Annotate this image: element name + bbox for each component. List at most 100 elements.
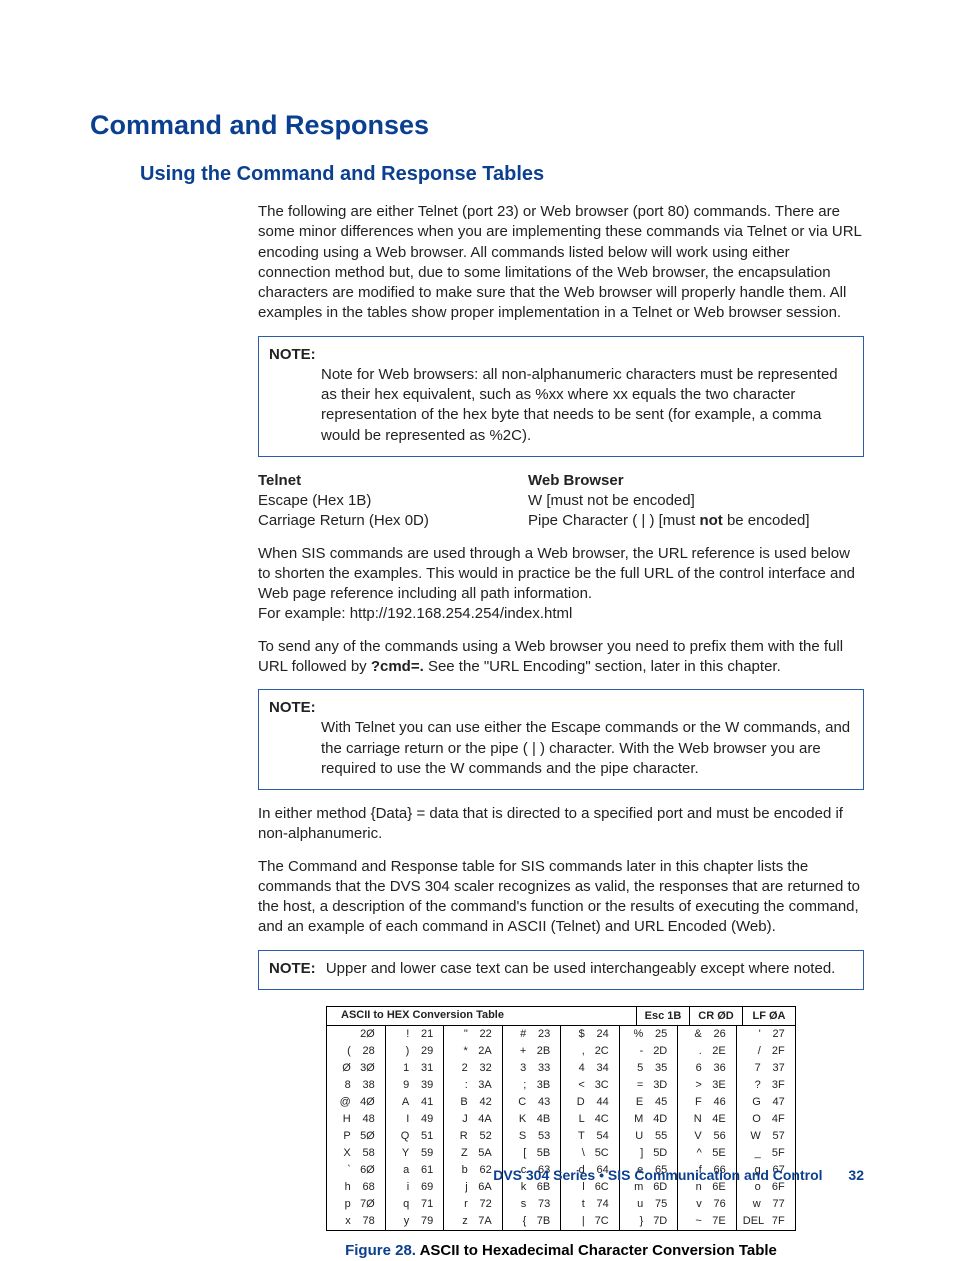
ascii-char: C [508,1095,526,1110]
ascii-hex: 51 [413,1129,437,1144]
ascii-cell: {7B [503,1213,562,1230]
ascii-hex: 7B [530,1214,554,1229]
ascii-cell: ~7E [678,1213,737,1230]
ascii-cell: R52 [444,1128,503,1145]
cmd-prefix-c: See the "URL Encoding" section, later in… [424,658,781,675]
ascii-char: V [684,1129,702,1144]
ascii-hex: 26 [706,1027,730,1042]
ascii-char: s [508,1197,526,1212]
ascii-cell: P5Ø [327,1128,386,1145]
note-box-3: NOTE: Upper and lower case text can be u… [258,950,864,990]
ascii-hex: 5A [472,1146,496,1161]
ascii-hex: 7A [472,1214,496,1229]
ascii-cell: 8 38 [327,1077,386,1094]
ascii-char: y [391,1214,409,1229]
ascii-table-title: ASCII to HEX Conversion Table [327,1008,636,1023]
web-line-2a: Pipe Character ( | ) [must [528,512,699,529]
ascii-char: @ [333,1095,351,1110]
ascii-hex: 21 [413,1027,437,1042]
ascii-hex: 3E [706,1078,730,1093]
ascii-cell: X58 [327,1145,386,1162]
ascii-char: Y [391,1146,409,1161]
ascii-special-cell: LF ØA [742,1007,795,1025]
ascii-char: X [333,1146,351,1161]
ascii-char: ( [333,1044,351,1059]
ascii-cell: 333 [503,1060,562,1077]
ascii-hex: 24 [589,1027,613,1042]
telnet-web-columns: Telnet Escape (Hex 1B) Carriage Return (… [258,471,864,532]
web-line-2: Pipe Character ( | ) [must not be encode… [528,511,888,531]
ascii-hex: 72 [472,1197,496,1212]
ascii-hex: 2D [647,1044,671,1059]
ascii-cell: 2Ø [327,1026,386,1043]
ascii-cell: (28 [327,1043,386,1060]
figure-text: ASCII to Hexadecimal Character Conversio… [416,1242,777,1259]
ascii-char: { [508,1214,526,1229]
ascii-hex: 57 [765,1129,789,1144]
intro-paragraph: The following are either Telnet (port 23… [258,202,864,324]
telnet-heading: Telnet [258,471,498,491]
ascii-char: U [625,1129,643,1144]
note-2-prefix: NOTE: [269,699,316,716]
ascii-hex: 35 [647,1061,671,1076]
heading-2: Using the Command and Response Tables [140,163,864,186]
ascii-cell: L4C [561,1111,620,1128]
ascii-char: M [625,1112,643,1127]
ascii-hex: 5Ø [355,1129,379,1144]
ascii-hex: 53 [530,1129,554,1144]
ascii-hex: 48 [355,1112,379,1127]
ascii-hex: 6Ø [355,1163,379,1178]
figure-caption: Figure 28. ASCII to Hexadecimal Characte… [258,1241,864,1261]
footer-page-number: 32 [848,1167,864,1183]
ascii-cell: u75 [620,1196,679,1213]
ascii-cell: :3A [444,1077,503,1094]
ascii-cell: h68 [327,1179,386,1196]
ascii-hex: 38 [355,1078,379,1093]
url-example-line: For example: http://192.168.254.254/inde… [258,604,864,624]
ascii-char: } [625,1214,643,1229]
ascii-char: 8 [333,1078,351,1093]
ascii-char: DEL [743,1214,761,1229]
ascii-char: a [391,1163,409,1178]
ascii-cell: Z5A [444,1145,503,1162]
ascii-hex: 34 [589,1061,613,1076]
ascii-hex: 39 [413,1078,437,1093]
ascii-char: 3 [508,1061,526,1076]
ascii-char: Ø [333,1061,351,1076]
ascii-char: 7 [743,1061,761,1076]
ascii-cell: E45 [620,1094,679,1111]
ascii-hex: 59 [413,1146,437,1161]
ascii-cell: [5B [503,1145,562,1162]
ascii-hex: 74 [589,1197,613,1212]
ascii-char: > [684,1078,702,1093]
heading-1: Command and Responses [90,110,864,141]
ascii-cell: S53 [503,1128,562,1145]
ascii-cell: x78 [327,1213,386,1230]
ascii-char: ] [625,1146,643,1161]
ascii-cell: 939 [386,1077,445,1094]
ascii-char: " [450,1027,468,1042]
ascii-char: ) [391,1044,409,1059]
ascii-char: H [333,1112,351,1127]
ascii-cell: a61 [386,1162,445,1179]
ascii-hex: 37 [765,1061,789,1076]
ascii-char: F [684,1095,702,1110]
ascii-cell: z7A [444,1213,503,1230]
ascii-hex: 2C [589,1044,613,1059]
ascii-hex: 7C [589,1214,613,1229]
ascii-cell: '27 [737,1026,796,1043]
ascii-cell: y79 [386,1213,445,1230]
ascii-char: ? [743,1078,761,1093]
ascii-char: T [567,1129,585,1144]
ascii-hex: 4Ø [355,1095,379,1110]
ascii-char: ; [508,1078,526,1093]
ascii-char: ' [743,1027,761,1042]
ascii-cell: >3E [678,1077,737,1094]
ascii-char: _ [743,1146,761,1161]
ascii-hex: 32 [472,1061,496,1076]
ascii-cell: +2B [503,1043,562,1060]
ascii-cell: 434 [561,1060,620,1077]
ascii-char: J [450,1112,468,1127]
ascii-hex: 3D [647,1078,671,1093]
ascii-cell: I49 [386,1111,445,1128]
